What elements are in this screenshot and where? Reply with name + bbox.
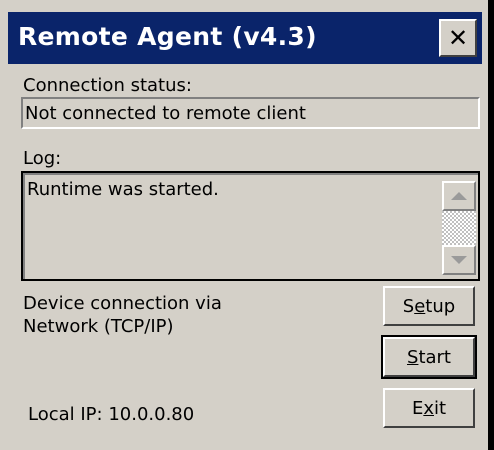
scroll-track[interactable] bbox=[442, 211, 476, 245]
setup-button[interactable]: Se tup bbox=[383, 286, 475, 326]
start-button[interactable]: Start bbox=[381, 335, 477, 379]
arrow-down-icon bbox=[451, 256, 467, 264]
local-ip-label: Local IP: 10.0.0.80 bbox=[28, 404, 195, 425]
exit-label-start: E bbox=[411, 397, 424, 419]
exit-accelerator: x bbox=[423, 397, 434, 419]
log-textarea[interactable]: Runtime was started. bbox=[21, 171, 480, 281]
start-label-end: tart bbox=[418, 346, 451, 368]
exit-label-end: it bbox=[433, 397, 447, 419]
scroll-up-button[interactable] bbox=[442, 181, 476, 211]
connection-status-value: Not connected to remote client bbox=[25, 103, 306, 124]
close-button[interactable]: ✕ bbox=[439, 19, 477, 57]
remote-agent-window: Remote Agent (v4.3) ✕ Connection status:… bbox=[0, 0, 494, 450]
connection-status-field: Not connected to remote client bbox=[21, 97, 480, 129]
arrow-up-icon bbox=[451, 192, 467, 200]
log-text: Runtime was started. bbox=[27, 179, 219, 200]
log-label: Log: bbox=[23, 148, 62, 169]
log-scrollbar[interactable] bbox=[442, 181, 476, 275]
close-icon: ✕ bbox=[447, 24, 469, 52]
title-bar: Remote Agent (v4.3) ✕ bbox=[8, 12, 482, 64]
connection-status-label: Connection status: bbox=[23, 75, 192, 96]
setup-label-end: tup bbox=[425, 295, 456, 317]
device-connection-line2: Network (TCP/IP) bbox=[23, 316, 174, 337]
device-connection-line1: Device connection via bbox=[23, 293, 222, 314]
window-title: Remote Agent (v4.3) bbox=[18, 22, 317, 51]
start-accelerator: S bbox=[407, 346, 419, 368]
setup-label-start: S bbox=[402, 295, 415, 317]
setup-accelerator: e bbox=[414, 295, 426, 317]
exit-button[interactable]: Ex it bbox=[383, 388, 475, 428]
scroll-down-button[interactable] bbox=[442, 245, 476, 275]
